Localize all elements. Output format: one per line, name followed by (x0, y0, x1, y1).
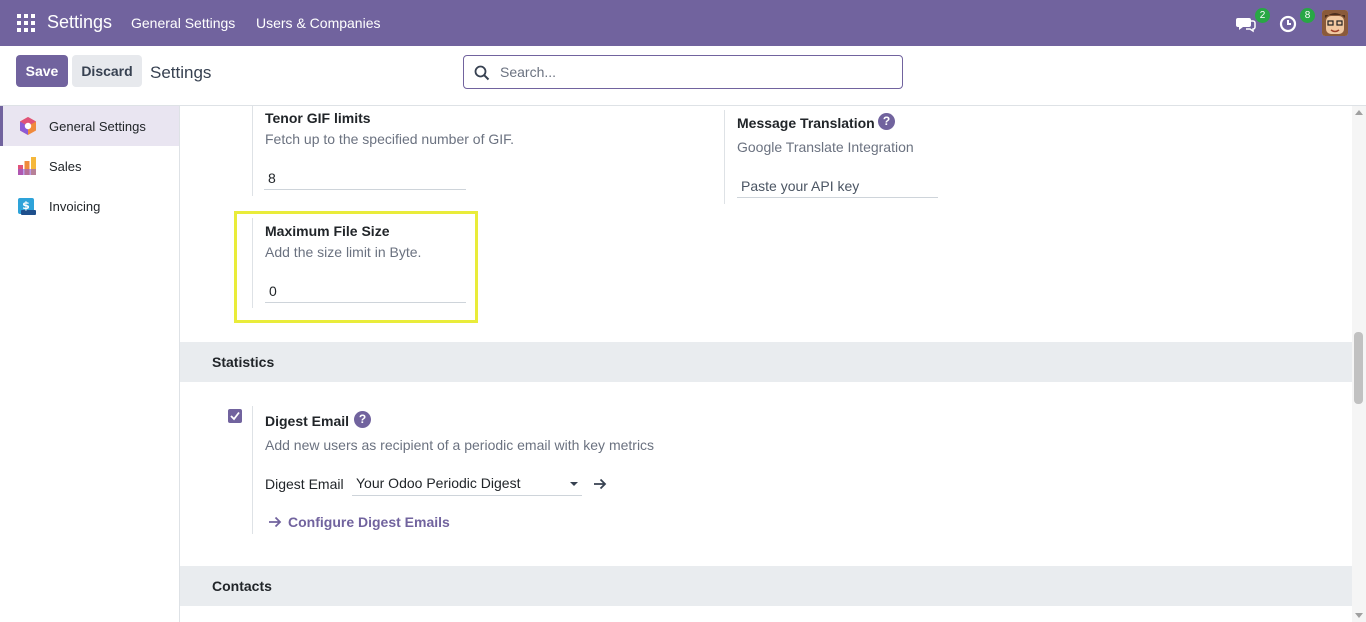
settings-sidebar: General Settings Sales $ Invoicing (0, 106, 180, 622)
user-avatar[interactable] (1322, 10, 1348, 36)
sales-icon (18, 157, 36, 175)
digest-email-checkbox[interactable] (228, 409, 242, 423)
digest-email-description: Add new users as recipient of a periodic… (265, 437, 655, 453)
activities-count-badge: 8 (1300, 8, 1315, 23)
clock-icon (1279, 15, 1297, 33)
settings-content: Tenor GIF limits Fetch up to the specifi… (180, 106, 1352, 622)
scroll-down-icon[interactable] (1355, 613, 1363, 618)
search-icon (474, 65, 490, 81)
setting-divider (252, 406, 253, 534)
messages-count-badge: 2 (1255, 8, 1270, 23)
contacts-section-header: Contacts (180, 566, 1352, 606)
translation-description: Google Translate Integration (737, 139, 914, 155)
digest-email-selected: Your Odoo Periodic Digest (356, 475, 521, 491)
scroll-thumb[interactable] (1354, 332, 1363, 404)
search-input[interactable] (500, 62, 890, 82)
app-brand[interactable]: Settings (47, 12, 112, 33)
activities-button[interactable]: 8 (1277, 8, 1315, 36)
sidebar-item-label: General Settings (49, 118, 146, 134)
digest-email-title: Digest Email (265, 413, 350, 429)
digest-email-select[interactable]: Your Odoo Periodic Digest (352, 472, 582, 496)
messages-button[interactable]: 2 (1234, 8, 1270, 36)
api-key-input[interactable] (737, 174, 938, 198)
setting-divider (252, 218, 253, 308)
digest-email-field-label: Digest Email (265, 476, 344, 492)
sidebar-item-general-settings[interactable]: General Settings (0, 106, 179, 146)
save-button[interactable]: Save (16, 55, 68, 87)
discard-button[interactable]: Discard (72, 55, 142, 87)
help-icon[interactable]: ? (878, 113, 895, 130)
avatar-face-icon (1322, 10, 1348, 36)
arrow-right-icon (269, 516, 282, 528)
tenor-description: Fetch up to the specified number of GIF. (265, 131, 515, 147)
max-file-size-input[interactable] (265, 279, 466, 303)
section-title: Statistics (212, 354, 275, 370)
chat-icon (1236, 18, 1256, 33)
chevron-down-icon (570, 482, 578, 486)
help-icon[interactable]: ? (354, 411, 371, 428)
scroll-up-icon[interactable] (1355, 110, 1363, 115)
setting-divider (724, 110, 725, 204)
invoicing-icon: $ (18, 198, 36, 215)
sidebar-item-label: Invoicing (49, 198, 101, 214)
menu-general-settings[interactable]: General Settings (131, 15, 235, 31)
tenor-title: Tenor GIF limits (265, 110, 371, 126)
setting-divider (252, 106, 253, 196)
menu-users-companies[interactable]: Users & Companies (256, 15, 381, 31)
svg-text:$: $ (22, 199, 30, 212)
top-navbar: Settings General Settings Users & Compan… (0, 0, 1366, 46)
main-scrollbar[interactable] (1352, 106, 1366, 622)
sidebar-item-label: Sales (49, 158, 82, 174)
configure-digest-emails-link[interactable]: Configure Digest Emails (288, 514, 450, 530)
apps-menu-icon[interactable] (17, 14, 35, 32)
translation-title: Message Translation (737, 115, 875, 131)
statistics-section-header: Statistics (180, 342, 1352, 382)
general-settings-icon (20, 117, 36, 135)
section-title: Contacts (212, 578, 272, 594)
breadcrumb: Settings (150, 63, 212, 82)
max-file-size-description: Add the size limit in Byte. (265, 244, 422, 260)
search-box[interactable] (463, 55, 903, 89)
sidebar-item-sales[interactable]: Sales (0, 146, 179, 186)
sidebar-item-invoicing[interactable]: $ Invoicing (0, 186, 179, 226)
arrow-right-icon[interactable] (593, 478, 607, 490)
control-panel: Save Discard Settings (0, 46, 1366, 106)
check-icon (230, 411, 240, 421)
max-file-size-title: Maximum File Size (265, 223, 390, 239)
tenor-limit-input[interactable] (264, 166, 466, 190)
